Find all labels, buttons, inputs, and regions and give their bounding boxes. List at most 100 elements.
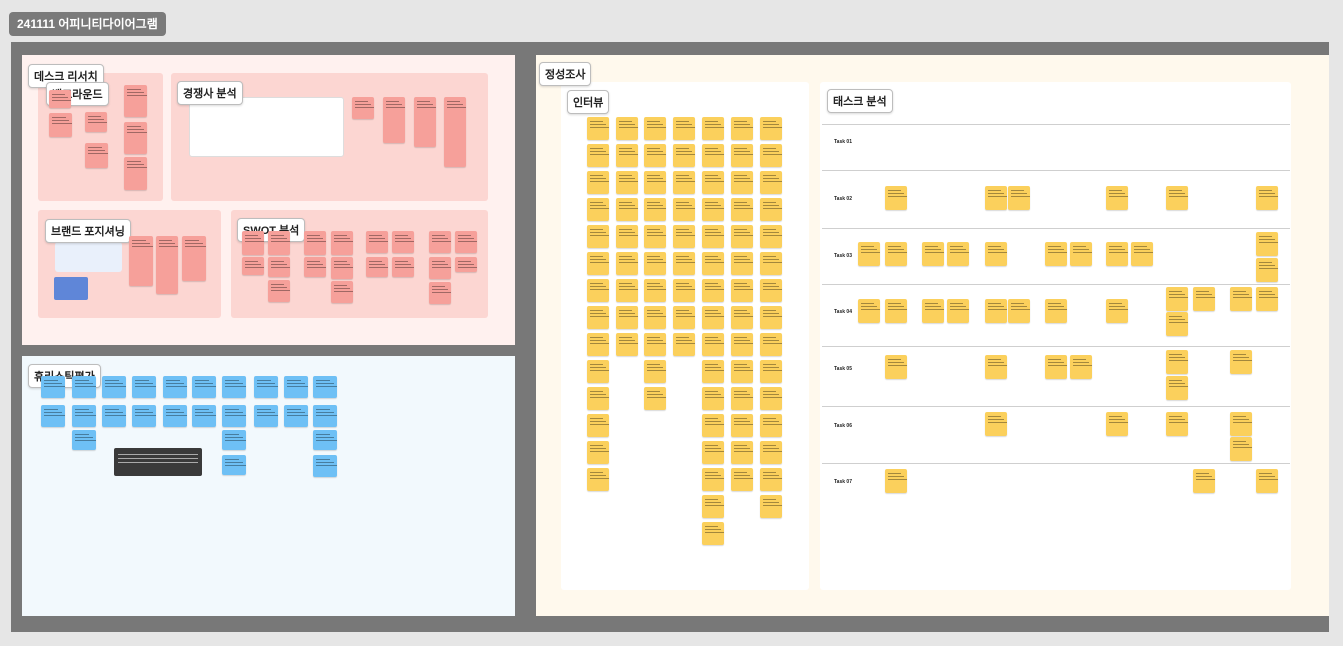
- interview-label[interactable]: 인터뷰: [567, 90, 610, 114]
- sticky-note[interactable]: [366, 231, 388, 253]
- sticky-note[interactable]: [429, 257, 451, 279]
- sticky-note[interactable]: [1045, 299, 1067, 323]
- sticky-note[interactable]: [72, 430, 96, 450]
- sticky-note[interactable]: [1106, 299, 1128, 323]
- sticky-note[interactable]: [587, 279, 609, 302]
- sticky-note[interactable]: [1230, 287, 1252, 311]
- sticky-note[interactable]: [366, 257, 388, 277]
- sticky-note[interactable]: [985, 299, 1007, 323]
- sticky-note[interactable]: [702, 144, 724, 167]
- sticky-note[interactable]: [254, 376, 278, 398]
- sticky-note[interactable]: [352, 97, 374, 119]
- sticky-note[interactable]: [1166, 287, 1188, 311]
- sticky-note[interactable]: [885, 299, 907, 323]
- sticky-note[interactable]: [644, 360, 666, 383]
- sticky-note[interactable]: [731, 144, 753, 167]
- sticky-note[interactable]: [49, 113, 72, 137]
- sticky-note[interactable]: [702, 414, 724, 437]
- sticky-note[interactable]: [1070, 242, 1092, 266]
- sticky-note[interactable]: [644, 333, 666, 356]
- sticky-note[interactable]: [587, 117, 609, 140]
- sticky-note[interactable]: [644, 171, 666, 194]
- sticky-note[interactable]: [731, 279, 753, 302]
- sticky-note[interactable]: [1166, 350, 1188, 374]
- sticky-note[interactable]: [1193, 469, 1215, 493]
- sticky-note[interactable]: [1230, 350, 1252, 374]
- sticky-note[interactable]: [132, 405, 156, 427]
- sticky-note[interactable]: [644, 252, 666, 275]
- sticky-note[interactable]: [985, 355, 1007, 379]
- sticky-note[interactable]: [760, 252, 782, 275]
- sticky-note[interactable]: [673, 171, 695, 194]
- sticky-note[interactable]: [1166, 412, 1188, 436]
- sticky-note[interactable]: [673, 198, 695, 221]
- sticky-note[interactable]: [885, 242, 907, 266]
- sticky-note[interactable]: [383, 97, 405, 143]
- sticky-note[interactable]: [702, 333, 724, 356]
- sticky-note[interactable]: [414, 97, 436, 147]
- sticky-note[interactable]: [702, 198, 724, 221]
- sticky-note[interactable]: [587, 387, 609, 410]
- sticky-note[interactable]: [1230, 412, 1252, 436]
- sticky-note[interactable]: [455, 231, 477, 253]
- sticky-note[interactable]: [731, 306, 753, 329]
- sticky-note[interactable]: [731, 225, 753, 248]
- sticky-note[interactable]: [731, 387, 753, 410]
- sticky-note[interactable]: [1256, 287, 1278, 311]
- sticky-note[interactable]: [702, 522, 724, 545]
- sticky-note[interactable]: [1106, 242, 1128, 266]
- sticky-note[interactable]: [85, 112, 107, 132]
- sticky-note[interactable]: [429, 282, 451, 304]
- sticky-note[interactable]: [102, 376, 126, 398]
- sticky-note[interactable]: [673, 225, 695, 248]
- sticky-note[interactable]: [163, 376, 187, 398]
- sticky-note[interactable]: [587, 306, 609, 329]
- sticky-note[interactable]: [731, 333, 753, 356]
- sticky-note[interactable]: [268, 257, 290, 277]
- sticky-note[interactable]: [1045, 242, 1067, 266]
- sticky-note[interactable]: [731, 171, 753, 194]
- sticky-note[interactable]: [331, 231, 353, 255]
- sticky-note[interactable]: [760, 117, 782, 140]
- sticky-note[interactable]: [1193, 287, 1215, 311]
- sticky-note[interactable]: [985, 412, 1007, 436]
- sticky-note[interactable]: [1045, 355, 1067, 379]
- sticky-note[interactable]: [304, 231, 326, 255]
- sticky-note[interactable]: [72, 376, 96, 398]
- sticky-note[interactable]: [444, 97, 466, 167]
- sticky-note[interactable]: [702, 171, 724, 194]
- sticky-note[interactable]: [72, 405, 96, 427]
- sticky-note[interactable]: [922, 299, 944, 323]
- sticky-note[interactable]: [455, 257, 477, 272]
- sticky-note[interactable]: [587, 252, 609, 275]
- sticky-note[interactable]: [163, 405, 187, 427]
- sticky-note[interactable]: [885, 186, 907, 210]
- sticky-note[interactable]: [304, 257, 326, 277]
- sticky-note[interactable]: [885, 469, 907, 493]
- sticky-note[interactable]: [331, 281, 353, 303]
- sticky-note[interactable]: [673, 306, 695, 329]
- sticky-note[interactable]: [132, 376, 156, 398]
- sticky-note[interactable]: [254, 405, 278, 427]
- sticky-note[interactable]: [49, 90, 71, 108]
- sticky-note[interactable]: [702, 441, 724, 464]
- sticky-note[interactable]: [616, 225, 638, 248]
- sticky-note[interactable]: [673, 252, 695, 275]
- qualitative-label[interactable]: 정성조사: [539, 62, 592, 86]
- positioning-thumbnail-image[interactable]: [54, 277, 88, 300]
- sticky-note[interactable]: [156, 236, 178, 294]
- sticky-note[interactable]: [1256, 258, 1278, 282]
- file-title-tab[interactable]: 241111 어피니티다이어그램: [9, 12, 166, 36]
- heuristic-note-card[interactable]: [114, 448, 202, 476]
- sticky-note[interactable]: [760, 171, 782, 194]
- sticky-note[interactable]: [222, 376, 246, 398]
- sticky-note[interactable]: [1230, 437, 1252, 461]
- sticky-note[interactable]: [85, 143, 108, 168]
- sticky-note[interactable]: [731, 198, 753, 221]
- sticky-note[interactable]: [760, 306, 782, 329]
- sticky-note[interactable]: [985, 186, 1007, 210]
- sticky-note[interactable]: [41, 405, 65, 427]
- sticky-note[interactable]: [760, 495, 782, 518]
- sticky-note[interactable]: [644, 279, 666, 302]
- sticky-note[interactable]: [1106, 186, 1128, 210]
